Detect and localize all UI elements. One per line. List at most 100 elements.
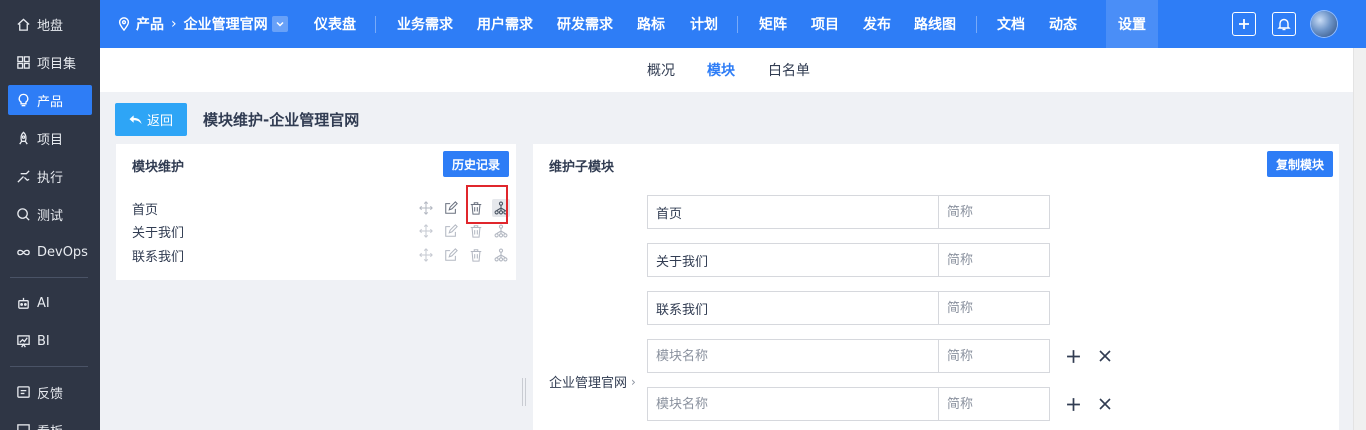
top-navbar: 产品 › 企业管理官网 仪表盘 业务需求 用户需求 研发需求 路标 计划 矩阵 … — [100, 0, 1366, 48]
list-item: 联系我们 — [132, 244, 508, 266]
module-name-input[interactable] — [647, 339, 938, 373]
nav-dashboard[interactable]: 仪表盘 — [314, 0, 356, 48]
module-name[interactable]: 首页 — [132, 199, 158, 218]
add-button[interactable] — [1232, 12, 1256, 36]
nav-roadmap[interactable]: 路线图 — [914, 0, 956, 48]
remove-row-button[interactable] — [1096, 395, 1114, 413]
tab-overview[interactable]: 概况 — [647, 48, 675, 92]
parent-module-link[interactable]: 企业管理官网 › — [549, 372, 636, 392]
add-row-button[interactable] — [1064, 395, 1082, 413]
left-sidebar: 地盘 项目集 产品 项目 执行 测试 DevOps AI BI 反馈 看板 — [0, 0, 100, 430]
delete-button[interactable] — [467, 222, 485, 240]
module-maintenance-panel: 模块维护 历史记录 首页 关于我们 联系我们 — [116, 144, 516, 280]
module-actions — [417, 246, 517, 264]
tab-whitelist[interactable]: 白名单 — [768, 48, 810, 92]
sidebar-item-bi[interactable]: BI — [8, 326, 92, 356]
module-name-input[interactable] — [647, 387, 938, 421]
edit-button[interactable] — [442, 199, 460, 217]
sidebar-item-dashboard[interactable]: 地盘 — [8, 9, 92, 39]
trash-icon — [470, 249, 482, 262]
sidebar-item-program[interactable]: 项目集 — [8, 47, 92, 77]
back-button[interactable]: 返回 — [115, 103, 187, 136]
vertical-scrollbar[interactable] — [1353, 48, 1366, 430]
delete-button[interactable] — [467, 246, 485, 264]
nav-plan[interactable]: 计划 — [690, 0, 718, 48]
nav-docs[interactable]: 文档 — [997, 0, 1025, 48]
sidebar-item-test[interactable]: 测试 — [8, 199, 92, 229]
back-arrow-icon — [129, 114, 142, 124]
sidebar-item-ai[interactable]: AI — [8, 288, 92, 318]
submodule-button[interactable] — [492, 222, 510, 240]
bell-icon — [1277, 18, 1291, 31]
add-row-button[interactable] — [1064, 347, 1082, 365]
panel-splitter[interactable] — [522, 378, 526, 406]
chart-board-icon — [15, 333, 31, 349]
move-button[interactable] — [417, 246, 435, 264]
home-icon — [15, 16, 31, 32]
feedback-icon — [15, 384, 31, 400]
list-item: 首页 — [132, 197, 510, 219]
run-icon — [15, 168, 31, 184]
nav-separator — [737, 16, 738, 33]
panel-title: 维护子模块 — [549, 160, 615, 175]
module-name[interactable]: 联系我们 — [132, 246, 184, 265]
close-icon — [1099, 350, 1111, 362]
edit-button[interactable] — [442, 246, 460, 264]
move-button[interactable] — [417, 199, 435, 217]
module-name-input[interactable] — [647, 291, 938, 325]
edit-button[interactable] — [442, 222, 460, 240]
nav-dev-requirements[interactable]: 研发需求 — [557, 0, 613, 48]
tab-modules[interactable]: 模块 — [707, 48, 735, 92]
breadcrumb-product[interactable]: 企业管理官网 — [184, 14, 268, 34]
breadcrumb: 产品 › 企业管理官网 — [117, 0, 288, 48]
sidebar-item-label: 项目 — [37, 132, 64, 148]
sidebar-item-board[interactable]: 看板 — [8, 415, 92, 430]
move-icon — [419, 201, 433, 215]
edit-icon — [445, 248, 458, 261]
module-short-name-input[interactable] — [938, 291, 1050, 325]
location-pin-icon — [118, 17, 130, 31]
nav-project[interactable]: 项目 — [811, 0, 839, 48]
submodule-row — [647, 291, 1050, 325]
nav-user-requirements[interactable]: 用户需求 — [477, 0, 533, 48]
sidebar-item-label: 地盘 — [37, 18, 64, 34]
sitemap-icon — [494, 224, 508, 238]
nav-matrix[interactable]: 矩阵 — [759, 0, 787, 48]
sidebar-item-label: 执行 — [37, 170, 64, 186]
chevron-right-icon: › — [631, 374, 636, 389]
module-short-name-input[interactable] — [938, 195, 1050, 229]
history-button[interactable]: 历史记录 — [443, 151, 509, 177]
grid-icon — [15, 54, 31, 70]
module-short-name-input[interactable] — [938, 339, 1050, 373]
sidebar-item-devops[interactable]: DevOps — [8, 237, 92, 267]
nav-activity[interactable]: 动态 — [1049, 0, 1077, 48]
nav-release[interactable]: 发布 — [863, 0, 891, 48]
sidebar-item-feedback[interactable]: 反馈 — [8, 377, 92, 407]
sidebar-item-product[interactable]: 产品 — [8, 85, 92, 115]
nav-roadmap-markers[interactable]: 路标 — [637, 0, 665, 48]
module-short-name-input[interactable] — [938, 243, 1050, 277]
module-name-input[interactable] — [647, 243, 938, 277]
submodule-button[interactable] — [492, 246, 510, 264]
remove-row-button[interactable] — [1096, 347, 1114, 365]
product-switch-dropdown[interactable] — [271, 16, 288, 32]
breadcrumb-root[interactable]: 产品 — [136, 14, 164, 34]
submodule-row — [647, 243, 1050, 277]
sidebar-item-label: DevOps — [37, 244, 88, 260]
nav-settings[interactable]: 设置 — [1106, 0, 1158, 48]
copy-module-button[interactable]: 复制模块 — [1267, 151, 1333, 177]
module-short-name-input[interactable] — [938, 387, 1050, 421]
sidebar-item-project[interactable]: 项目 — [8, 123, 92, 153]
move-button[interactable] — [417, 222, 435, 240]
module-actions — [417, 222, 517, 240]
avatar[interactable] — [1311, 11, 1337, 37]
module-name-input[interactable] — [647, 195, 938, 229]
notification-button[interactable] — [1272, 12, 1296, 36]
edit-icon — [445, 201, 458, 214]
nav-business-requirements[interactable]: 业务需求 — [397, 0, 453, 48]
sidebar-item-label: 项目集 — [37, 56, 77, 72]
module-name[interactable]: 关于我们 — [132, 222, 184, 241]
page-title: 模块维护-企业管理官网 — [203, 111, 360, 129]
sidebar-item-execution[interactable]: 执行 — [8, 161, 92, 191]
submodule-row — [647, 387, 1050, 421]
